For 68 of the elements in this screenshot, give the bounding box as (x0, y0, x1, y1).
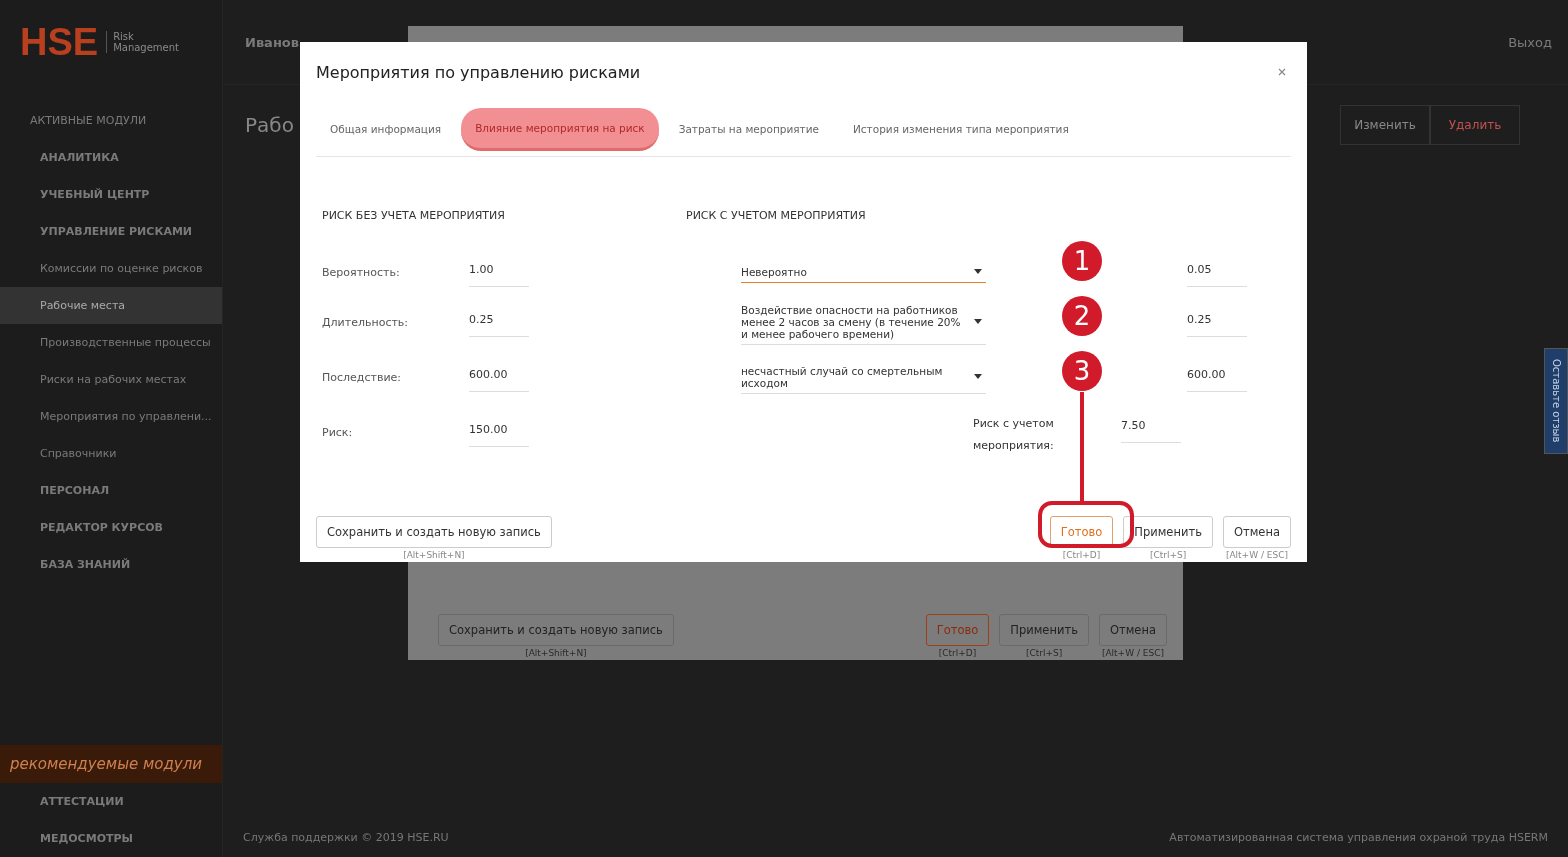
value-field[interactable]: 0.05 (1187, 257, 1247, 287)
feedback-tab[interactable]: Оставьте отзыв (1544, 348, 1568, 454)
field-label: Вероятность: (322, 265, 401, 279)
sidebar-item[interactable]: АНАЛИТИКА (0, 139, 222, 176)
caret-icon (974, 269, 982, 274)
page-button[interactable]: Изменить (1340, 105, 1430, 145)
sidebar-item[interactable]: УПРАВЛЕНИЕ РИСКАМИ (0, 213, 222, 250)
sidebar-item[interactable]: Комиссии по оценке рисков (0, 250, 222, 287)
dialog-button[interactable]: Применить (1123, 516, 1213, 548)
dialog-button[interactable]: Отмена (1222, 516, 1291, 548)
field-label: Риск: (322, 425, 354, 439)
tab[interactable]: История изменения типа мероприятия (838, 109, 1083, 149)
tab[interactable]: Затраты на мероприятие (664, 109, 833, 149)
shortcut-hint: [Ctrl+D] (938, 648, 977, 658)
value-field[interactable]: 0.25 (1187, 307, 1247, 337)
value-field[interactable]: 600.00 (469, 362, 529, 392)
sidebar-item[interactable]: Мероприятия по управлени... (0, 398, 222, 435)
sidebar-item[interactable]: Рабочие места (0, 287, 222, 324)
footer-copyright: Служба поддержки © 2019 HSE.RU (243, 830, 449, 844)
shortcut-hint: [Ctrl+S] (1149, 550, 1187, 560)
sidebar-item[interactable]: Риски на рабочих местах (0, 361, 222, 398)
sidebar-item[interactable]: Справочники (0, 435, 222, 472)
value-field[interactable]: 150.00 (469, 417, 529, 447)
value-field[interactable]: 0.25 (469, 307, 529, 337)
dropdown[interactable]: Воздействие опасности на работников менее 2 часов за смену (в течение 20% и менее рабочего времени) (741, 299, 986, 345)
caret-icon (974, 319, 982, 324)
field-label: Риск с учетом мероприятия: (973, 416, 1055, 454)
footer-system-name: Автоматизированная система управления охраной труда HSERM (1169, 830, 1548, 844)
field-label: Длительность: (322, 315, 410, 329)
logo: HSE (20, 20, 99, 64)
dialog-title: Мероприятия по управлению рисками (316, 62, 642, 82)
sidebar-item[interactable]: ПЕРСОНАЛ (0, 472, 222, 509)
logo-subtitle: Risk Management (106, 31, 184, 53)
sidebar-item[interactable]: РЕДАКТОР КУРСОВ (0, 509, 222, 546)
close-icon[interactable] (1277, 67, 1287, 77)
dropdown[interactable]: Невероятно (741, 261, 986, 283)
shortcut-hint: [Alt+W / ESC] (1225, 550, 1288, 560)
dialog-button[interactable]: Отмена (1098, 614, 1167, 646)
save-and-new-button[interactable]: Сохранить и создать новую запись (316, 516, 552, 548)
sidebar-item[interactable]: БАЗА ЗНАНИЙ (0, 546, 222, 583)
section-heading: РИСК С УЧЕТОМ МЕРОПРИЯТИЯ (686, 209, 867, 224)
tab[interactable]: Общая информация (316, 109, 456, 149)
recommended-modules-header: рекомендуемые модули (0, 745, 222, 783)
user-name[interactable]: Иванов (245, 34, 300, 50)
shortcut-hint: [Alt+Shift+N] (525, 648, 587, 658)
sidebar-item[interactable]: АТТЕСТАЦИИ (0, 783, 222, 820)
sidebar-heading: АКТИВНЫЕ МОДУЛИ (29, 113, 148, 129)
field-label: Последствие: (322, 370, 402, 384)
shortcut-hint: [Ctrl+D] (1062, 550, 1101, 560)
value-field[interactable]: 7.50 (1121, 413, 1181, 443)
caret-icon (974, 374, 982, 379)
tab[interactable]: Влияние мероприятия на риск (461, 107, 659, 151)
sidebar-item[interactable]: МЕДОСМОТРЫ (0, 820, 222, 857)
page-title: Рабо (245, 113, 294, 137)
shortcut-hint: [Alt+W / ESC] (1101, 648, 1164, 658)
page-button[interactable]: Удалить (1430, 105, 1520, 145)
shortcut-hint: [Ctrl+S] (1025, 648, 1063, 658)
section-heading: РИСК БЕЗ УЧЕТА МЕРОПРИЯТИЯ (322, 209, 506, 224)
dropdown[interactable]: несчастный случай со смертельным исходом (741, 360, 986, 394)
logout-link[interactable]: Выход (1508, 34, 1552, 50)
value-field[interactable]: 1.00 (469, 257, 529, 287)
dialog-button[interactable]: Готово (925, 614, 990, 646)
save-and-new-button[interactable]: Сохранить и создать новую запись (438, 614, 674, 646)
dialog-button[interactable]: Применить (999, 614, 1089, 646)
sidebar-item[interactable]: Производственные процессы (0, 324, 222, 361)
shortcut-hint: [Alt+Shift+N] (403, 550, 465, 560)
sidebar-item[interactable]: УЧЕБНЫЙ ЦЕНТР (0, 176, 222, 213)
value-field[interactable]: 600.00 (1187, 362, 1247, 392)
